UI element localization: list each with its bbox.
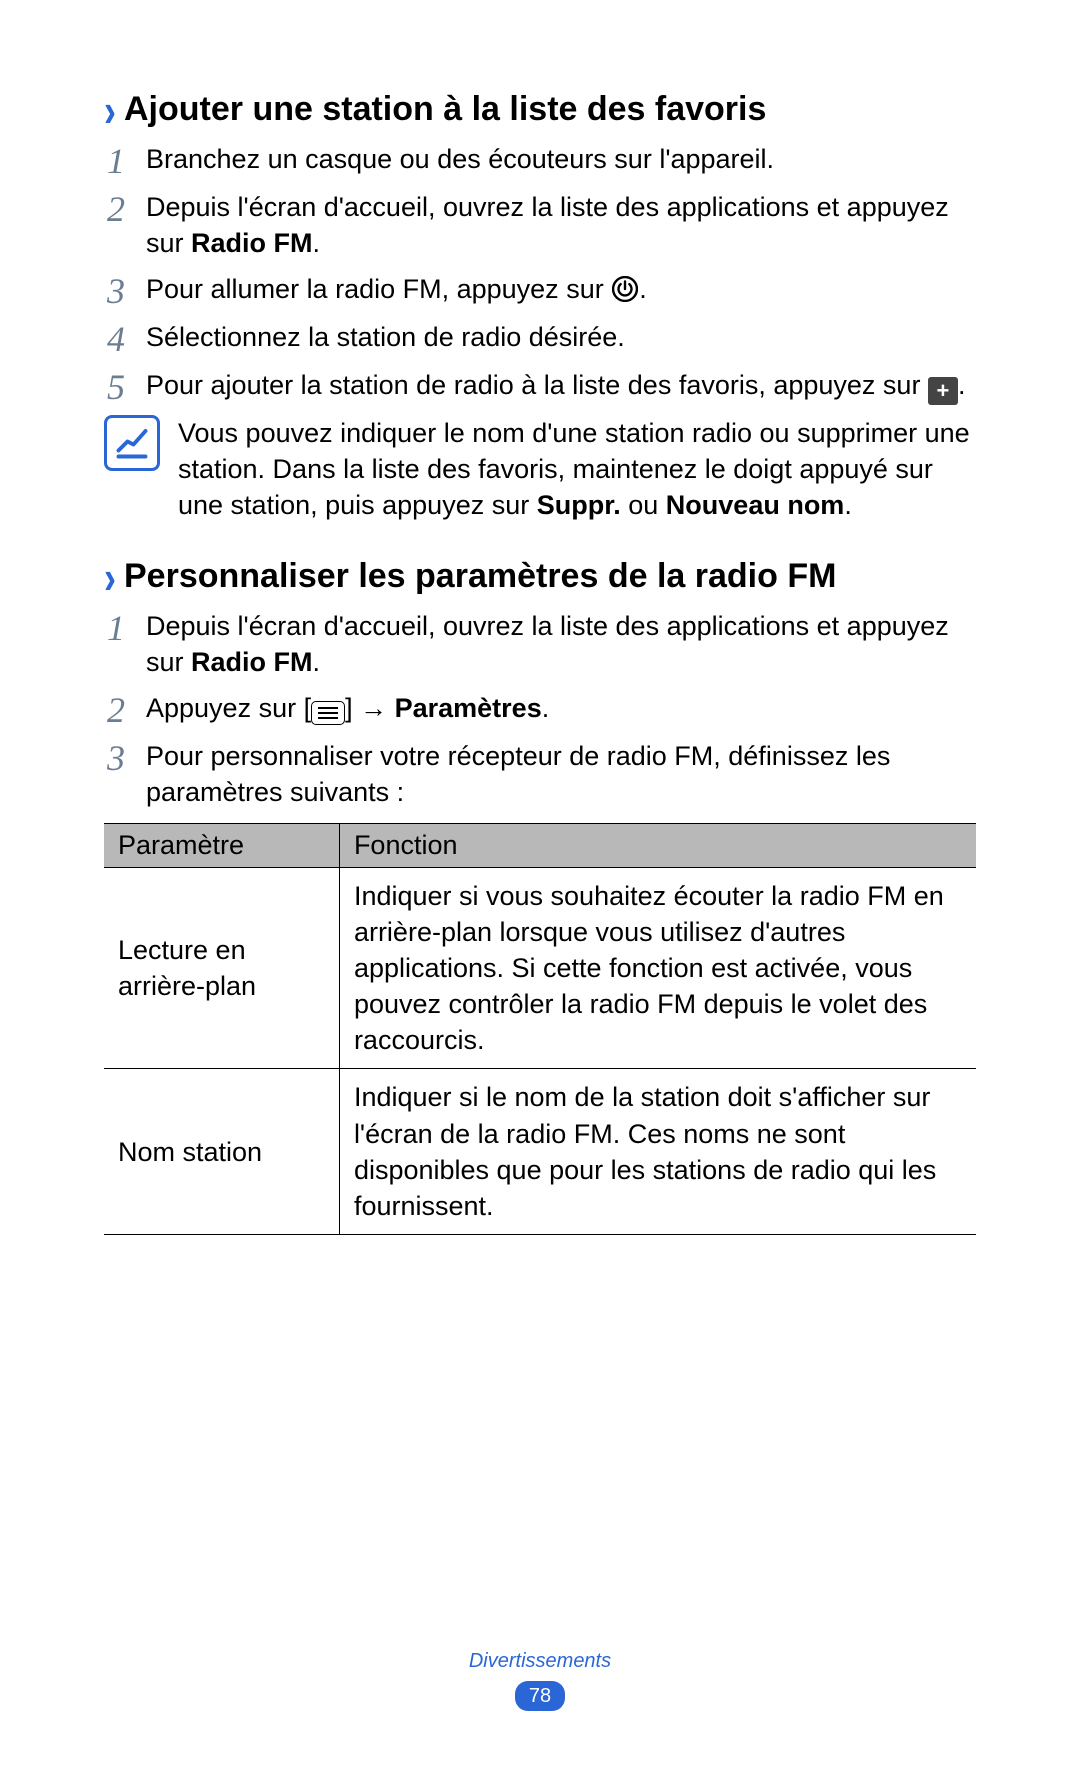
- table-header-row: Paramètre Fonction: [104, 823, 976, 867]
- step-text: Depuis l'écran d'accueil, ouvrez la list…: [146, 608, 976, 680]
- table-cell-param: Nom station: [104, 1069, 339, 1235]
- table-header-param: Paramètre: [104, 823, 339, 867]
- text: .: [542, 693, 550, 723]
- note-block: Vous pouvez indiquer le nom d'une statio…: [104, 415, 976, 524]
- chevron-right-icon: ›: [104, 555, 116, 602]
- heading-text: Personnaliser les paramètres de la radio…: [124, 555, 836, 598]
- text: Pour ajouter la station de radio à la li…: [146, 370, 928, 400]
- page-footer: Divertissements 78: [0, 1650, 1080, 1711]
- steps-list: 1 Branchez un casque ou des écouteurs su…: [104, 141, 976, 405]
- text-bold: Radio FM: [191, 647, 313, 677]
- step-item: 1 Depuis l'écran d'accueil, ouvrez la li…: [104, 608, 976, 680]
- section-heading-favorites: › Ajouter une station à la liste des fav…: [104, 88, 976, 131]
- text-bold: Radio FM: [191, 228, 313, 258]
- text-bold: Paramètres: [395, 693, 542, 723]
- step-number: 2: [104, 189, 128, 227]
- heading-text: Ajouter une station à la liste des favor…: [124, 88, 766, 131]
- text-bold: Suppr.: [537, 490, 621, 520]
- step-item: 5 Pour ajouter la station de radio à la …: [104, 367, 976, 405]
- power-icon: [611, 275, 639, 303]
- note-icon: [104, 415, 160, 471]
- table-header-function: Fonction: [339, 823, 976, 867]
- plus-glyph: +: [937, 380, 950, 402]
- steps-list: 1 Depuis l'écran d'accueil, ouvrez la li…: [104, 608, 976, 811]
- text: ou: [621, 490, 666, 520]
- step-text: Depuis l'écran d'accueil, ouvrez la list…: [146, 189, 976, 261]
- text: .: [844, 490, 852, 520]
- table-cell-function: Indiquer si vous souhaitez écouter la ra…: [339, 867, 976, 1069]
- note-text: Vous pouvez indiquer le nom d'une statio…: [178, 415, 976, 524]
- step-number: 1: [104, 141, 128, 179]
- footer-category: Divertissements: [0, 1650, 1080, 1673]
- step-text: Appuyez sur [ ] → Paramètres.: [146, 690, 976, 726]
- step-text: Pour ajouter la station de radio à la li…: [146, 367, 976, 405]
- text: .: [313, 647, 321, 677]
- plus-icon: +: [928, 377, 958, 405]
- step-text: Pour allumer la radio FM, appuyez sur .: [146, 271, 976, 307]
- step-number: 1: [104, 608, 128, 646]
- step-item: 4 Sélectionnez la station de radio désir…: [104, 319, 976, 357]
- section-settings: › Personnaliser les paramètres de la rad…: [104, 555, 976, 1235]
- step-number: 3: [104, 271, 128, 309]
- text: Pour allumer la radio FM, appuyez sur: [146, 274, 611, 304]
- parameters-table: Paramètre Fonction Lecture en arrière-pl…: [104, 823, 976, 1236]
- text: .: [958, 370, 966, 400]
- step-number: 5: [104, 367, 128, 405]
- text: .: [639, 274, 647, 304]
- step-item: 2 Depuis l'écran d'accueil, ouvrez la li…: [104, 189, 976, 261]
- text: .: [313, 228, 321, 258]
- table-row: Nom station Indiquer si le nom de la sta…: [104, 1069, 976, 1235]
- step-item: 3 Pour personnaliser votre récepteur de …: [104, 738, 976, 810]
- step-text: Branchez un casque ou des écouteurs sur …: [146, 141, 976, 177]
- table-cell-function: Indiquer si le nom de la station doit s'…: [339, 1069, 976, 1235]
- step-item: 1 Branchez un casque ou des écouteurs su…: [104, 141, 976, 179]
- step-text: Pour personnaliser votre récepteur de ra…: [146, 738, 976, 810]
- step-text: Sélectionnez la station de radio désirée…: [146, 319, 976, 355]
- chevron-right-icon: ›: [104, 87, 116, 134]
- step-item: 3 Pour allumer la radio FM, appuyez sur …: [104, 271, 976, 309]
- menu-icon: [311, 701, 345, 725]
- step-number: 4: [104, 319, 128, 357]
- table-cell-param: Lecture en arrière-plan: [104, 867, 339, 1069]
- step-number: 3: [104, 738, 128, 776]
- step-number: 2: [104, 690, 128, 728]
- text-bold: Nouveau nom: [666, 490, 845, 520]
- step-item: 2 Appuyez sur [ ] → Paramètres.: [104, 690, 976, 728]
- text: Appuyez sur [: [146, 693, 311, 723]
- manual-page: › Ajouter une station à la liste des fav…: [0, 0, 1080, 1235]
- footer-page-number: 78: [515, 1681, 565, 1711]
- table-row: Lecture en arrière-plan Indiquer si vous…: [104, 867, 976, 1069]
- section-heading-settings: › Personnaliser les paramètres de la rad…: [104, 555, 976, 598]
- text: ] →: [345, 693, 395, 723]
